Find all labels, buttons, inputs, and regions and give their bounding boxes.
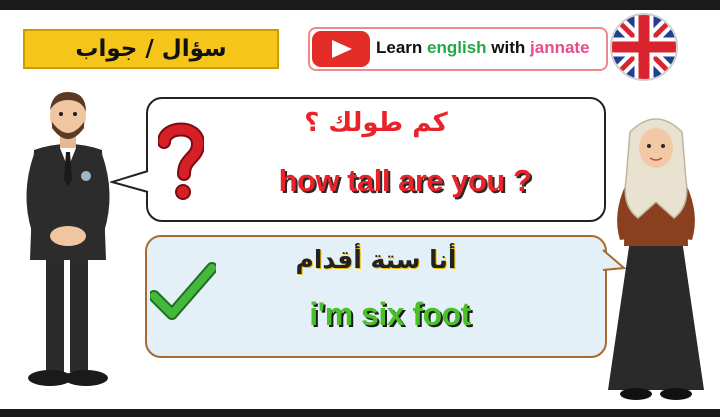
youtube-play-icon xyxy=(312,31,370,67)
uk-flag-icon xyxy=(610,13,678,81)
brand-word-learn: Learn xyxy=(376,38,423,57)
woman-character-illustration xyxy=(608,118,704,400)
brand-word-with: with xyxy=(491,38,526,57)
channel-name: Learn english with jannate xyxy=(376,38,590,58)
question-arabic: كم طولك ؟ xyxy=(304,108,448,138)
brand-word-jannate: jannate xyxy=(530,38,590,57)
channel-banner: Learn english with jannate xyxy=(308,27,608,71)
answer-english: i'm six foot xyxy=(309,296,471,332)
bottom-frame-bar xyxy=(0,409,720,417)
man-character-illustration xyxy=(26,92,110,386)
question-english: how tall are you ? xyxy=(278,163,532,198)
answer-arabic: أنا ستة أقدام xyxy=(295,245,457,274)
page-title: سؤال / جواب xyxy=(23,29,279,69)
top-frame-bar xyxy=(0,0,720,10)
brand-word-english: english xyxy=(427,38,487,57)
